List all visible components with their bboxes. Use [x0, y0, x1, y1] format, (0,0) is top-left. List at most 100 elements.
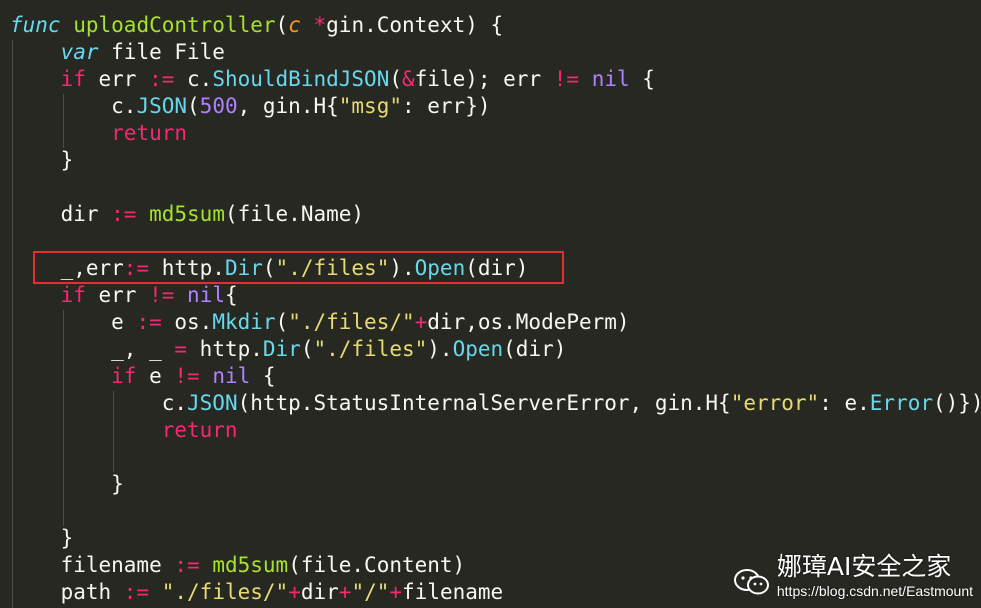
code-token: Error — [869, 391, 933, 415]
code-token: ( — [187, 94, 200, 118]
code-token: path — [10, 580, 124, 604]
code-line: if err != nil{ — [10, 282, 238, 309]
code-token: := — [174, 553, 200, 577]
code-token: dir — [300, 580, 339, 604]
code-token: "./files" — [313, 337, 428, 361]
code-line: if e != nil { — [10, 363, 276, 390]
code-token: file File — [98, 40, 225, 64]
code-token: nil — [187, 283, 225, 307]
code-token: ( — [300, 337, 314, 361]
code-token: , gin.H{ — [237, 94, 339, 118]
code-token: filename — [10, 553, 175, 577]
code-token: if — [111, 364, 137, 388]
code-token: + — [389, 580, 403, 604]
code-line: var file File — [10, 39, 225, 66]
code-token: & — [402, 67, 415, 91]
code-token: dir,os.ModePerm) — [427, 310, 630, 334]
code-token: ( — [275, 310, 289, 334]
code-token: + — [288, 580, 301, 604]
code-token: c — [288, 13, 301, 37]
wechat-icon — [733, 568, 771, 596]
code-token: c. — [174, 67, 213, 91]
code-token: "error" — [730, 391, 820, 415]
code-token: dir — [10, 202, 112, 226]
code-token: "/" — [351, 580, 390, 604]
code-token: (file.Name) — [224, 202, 365, 226]
code-token: c. — [10, 391, 188, 415]
code-token: "./files/" — [161, 580, 289, 604]
code-token: Open — [452, 337, 504, 361]
code-token: } — [10, 148, 74, 172]
code-token: JSON — [187, 391, 238, 415]
code-token: return — [161, 418, 238, 442]
code-line: filename := md5sum(file.Content) — [10, 552, 466, 579]
code-token: Dir — [262, 337, 301, 361]
code-token: ShouldBindJSON — [212, 67, 390, 91]
code-line: _, _ = http.Dir("./files").Open(dir) — [10, 336, 566, 363]
code-token: ). — [427, 337, 453, 361]
code-token: ( — [389, 67, 402, 91]
code-line: c.JSON(http.StatusInternalServerError, g… — [10, 390, 981, 417]
code-token: := — [123, 580, 150, 604]
code-token: var — [60, 40, 99, 64]
code-token: return — [111, 121, 188, 145]
watermark-url: https://blog.csdn.net/Eastmount — [776, 583, 973, 599]
code-token: { — [224, 283, 238, 307]
code-token: : e. — [819, 391, 870, 415]
code-token: * — [313, 13, 327, 37]
watermark: 娜璋AI安全之家 https://blog.csdn.net/Eastmount — [733, 552, 973, 600]
code-token: + — [338, 580, 352, 604]
code-token: (http.StatusInternalServerError, gin.H{ — [237, 391, 731, 415]
code-token: md5sum — [149, 202, 225, 226]
code-token: gin.Context) { — [326, 13, 504, 37]
code-line: } — [10, 471, 124, 498]
code-line: return — [10, 417, 238, 444]
code-token: (file.Content) — [288, 553, 466, 577]
code-line: e := os.Mkdir("./files/"+dir,os.ModePerm… — [10, 309, 630, 336]
code-token: nil — [591, 67, 630, 91]
code-token: ()}) — [933, 391, 981, 415]
code-token: (dir) — [503, 337, 567, 361]
code-token: Mkdir — [212, 310, 276, 334]
code-line: func uploadController(c *gin.Context) { — [10, 12, 503, 39]
code-token: != — [174, 364, 200, 388]
code-line: path := "./files/"+dir+"/"+filename — [10, 579, 504, 606]
code-line: dir := md5sum(file.Name) — [10, 201, 364, 228]
watermark-brand: 娜璋AI安全之家 — [776, 552, 952, 581]
code-token: os. — [161, 310, 213, 334]
code-token: err — [85, 67, 150, 91]
code-token: ( — [275, 13, 289, 37]
code-token: "msg" — [338, 94, 402, 118]
code-token: func — [10, 13, 61, 37]
code-token: if — [60, 67, 86, 91]
code-token: { — [250, 364, 276, 388]
code-editor: func uploadController(c *gin.Context) { … — [0, 0, 981, 608]
code-token: "./files/" — [288, 310, 415, 334]
code-line: c.JSON(500, gin.H{"msg": err}) — [10, 93, 491, 120]
code-token: } — [10, 472, 124, 496]
code-token: != — [149, 283, 175, 307]
code-token: := — [149, 67, 175, 91]
code-token: uploadController — [73, 13, 276, 37]
code-token: md5sum — [212, 553, 289, 577]
code-line: if err := c.ShouldBindJSON(&file); err !… — [10, 66, 655, 93]
code-token: _, _ — [10, 337, 175, 361]
code-line: } — [10, 525, 74, 552]
code-token: filename — [402, 580, 504, 604]
code-token: e — [10, 310, 137, 334]
code-token: http. — [187, 337, 263, 361]
code-token: err — [85, 283, 150, 307]
code-token: : err}) — [401, 94, 491, 118]
highlighted-line-box — [33, 251, 564, 284]
code-line: } — [10, 147, 74, 174]
code-token: = — [174, 337, 188, 361]
